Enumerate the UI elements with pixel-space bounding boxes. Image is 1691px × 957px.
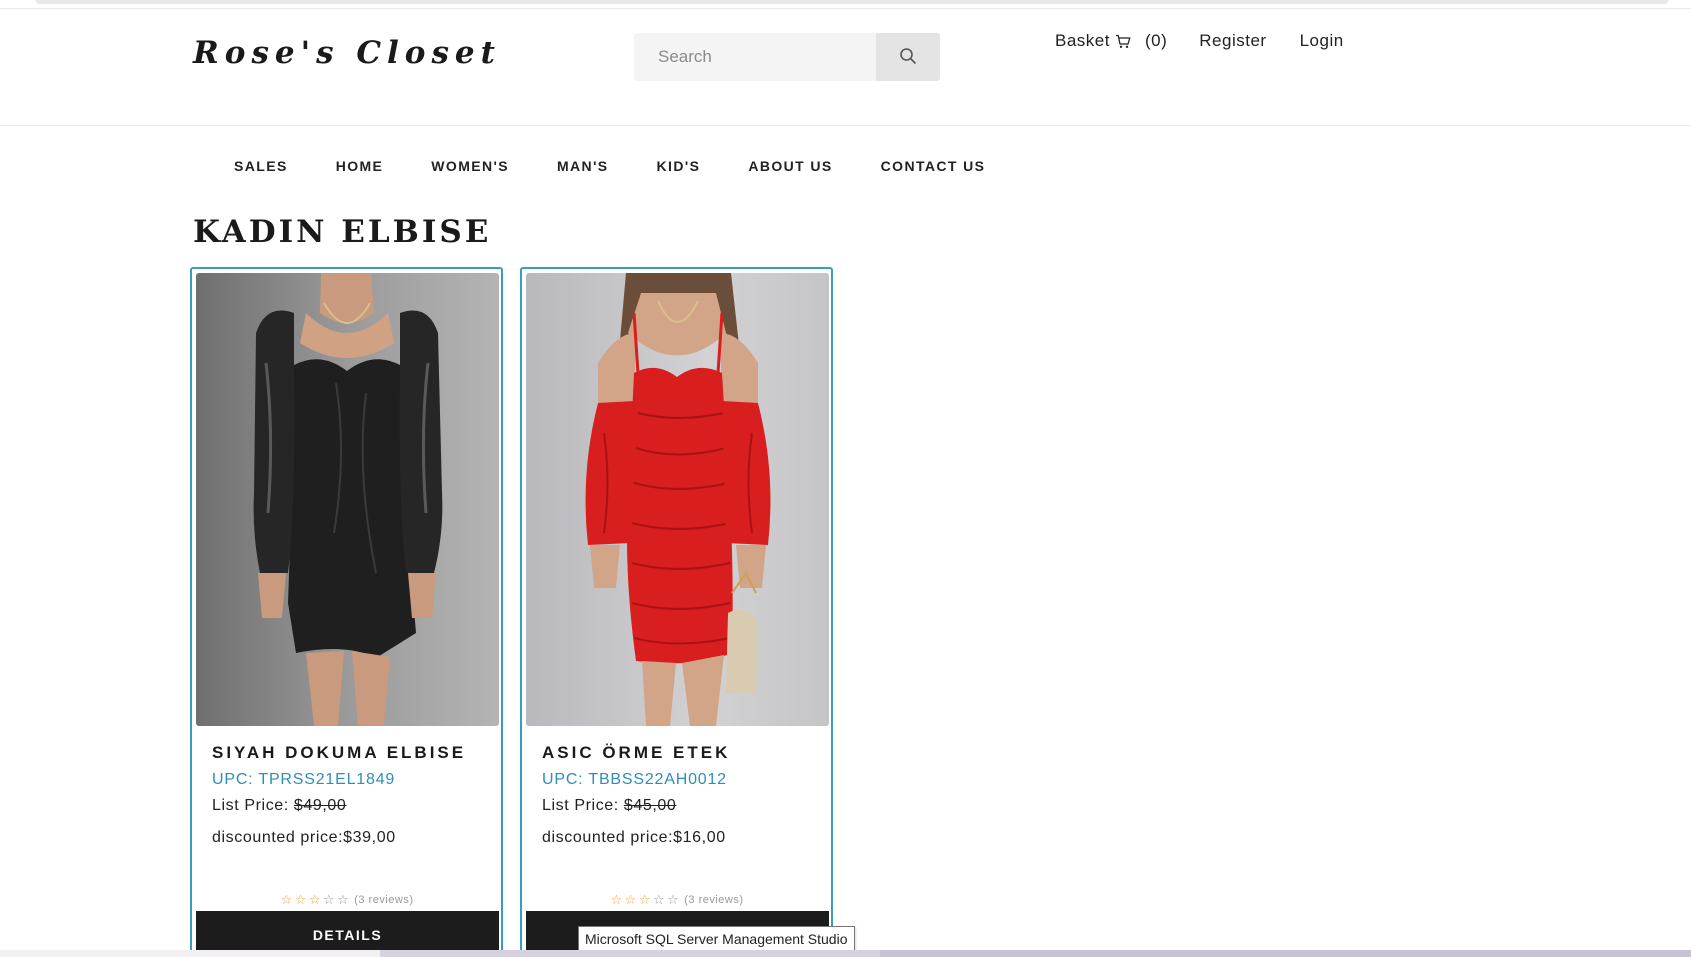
star-icon: ☆	[667, 892, 680, 907]
details-button[interactable]: DETAILS	[196, 911, 499, 955]
basket-label: Basket	[1055, 31, 1110, 50]
search-icon	[899, 47, 917, 68]
cart-icon	[1115, 34, 1131, 49]
main-nav: SALES HOME WOMEN'S MAN'S KID'S ABOUT US …	[234, 158, 985, 174]
rating-stars: ☆ ☆ ☆ ☆ ☆	[609, 893, 680, 906]
list-price-value: $49,00	[293, 797, 347, 814]
list-price: List Price: $49,00	[212, 797, 491, 815]
search-bar	[634, 33, 940, 81]
discounted-price: discounted price:$16,00	[542, 829, 726, 846]
register-link[interactable]: Register	[1199, 31, 1266, 51]
product-info: ASIC ÖRME ETEK UPC: TBBSS22AH0012 List P…	[542, 743, 821, 847]
star-icon: ☆	[322, 892, 336, 907]
nav-item-contact-us[interactable]: CONTACT US	[881, 158, 986, 174]
product-upc: UPC: TPRSS21EL1849	[212, 771, 396, 788]
product-info: SIYAH DOKUMA ELBISE UPC: TPRSS21EL1849 L…	[212, 743, 491, 847]
star-icon: ☆	[308, 892, 321, 907]
account-links: Basket (0) Register Login	[1055, 31, 1344, 51]
site-logo[interactable]: Rose's Closet	[193, 35, 501, 71]
search-input[interactable]	[634, 33, 876, 81]
review-count: (3 reviews)	[354, 893, 414, 906]
login-link[interactable]: Login	[1300, 31, 1344, 51]
list-price-label: List Price:	[542, 797, 624, 814]
product-name[interactable]: ASIC ÖRME ETEK	[542, 743, 821, 763]
star-icon: ☆	[652, 892, 666, 907]
nav-item-mans[interactable]: MAN'S	[557, 158, 609, 174]
review-count: (3 reviews)	[684, 893, 744, 906]
discounted-price: discounted price:$39,00	[212, 829, 396, 846]
star-icon: ☆	[610, 892, 623, 907]
browser-top-strip	[36, 0, 1668, 4]
product-image[interactable]	[526, 273, 829, 726]
star-icon: ☆	[280, 892, 293, 907]
list-price-label: List Price:	[212, 797, 294, 814]
list-price: List Price: $45,00	[542, 797, 821, 815]
product-image[interactable]	[196, 273, 499, 726]
taskbar-edge	[0, 950, 1691, 957]
product-rating: ☆ ☆ ☆ ☆ ☆ (3 reviews)	[192, 893, 501, 906]
nav-item-womens[interactable]: WOMEN'S	[431, 158, 509, 174]
basket-link[interactable]: Basket (0)	[1055, 31, 1167, 51]
taskbar-tooltip: Microsoft SQL Server Management Studio	[578, 926, 855, 952]
star-icon: ☆	[624, 892, 637, 907]
basket-count: (0)	[1144, 31, 1168, 50]
nav-item-home[interactable]: HOME	[336, 158, 384, 174]
taskbar-segment	[0, 950, 380, 957]
search-button[interactable]	[876, 33, 940, 81]
product-card[interactable]: SIYAH DOKUMA ELBISE UPC: TPRSS21EL1849 L…	[190, 267, 503, 957]
site-header: Rose's Closet Basket (0) Register Login	[0, 9, 1691, 126]
star-icon: ☆	[638, 892, 651, 907]
list-price-value: $45,00	[623, 797, 677, 814]
nav-item-about-us[interactable]: ABOUT US	[748, 158, 832, 174]
taskbar-segment	[880, 950, 1691, 957]
taskbar-segment	[380, 950, 880, 957]
product-name[interactable]: SIYAH DOKUMA ELBISE	[212, 743, 491, 763]
product-upc: UPC: TBBSS22AH0012	[542, 771, 727, 788]
product-card[interactable]: ASIC ÖRME ETEK UPC: TBBSS22AH0012 List P…	[520, 267, 833, 957]
nav-item-kids[interactable]: KID'S	[657, 158, 701, 174]
page-title: KADIN ELBISE	[193, 214, 492, 250]
star-icon: ☆	[337, 892, 350, 907]
star-icon: ☆	[294, 892, 307, 907]
product-rating: ☆ ☆ ☆ ☆ ☆ (3 reviews)	[522, 893, 831, 906]
nav-item-sales[interactable]: SALES	[234, 158, 288, 174]
rating-stars: ☆ ☆ ☆ ☆ ☆	[279, 893, 350, 906]
